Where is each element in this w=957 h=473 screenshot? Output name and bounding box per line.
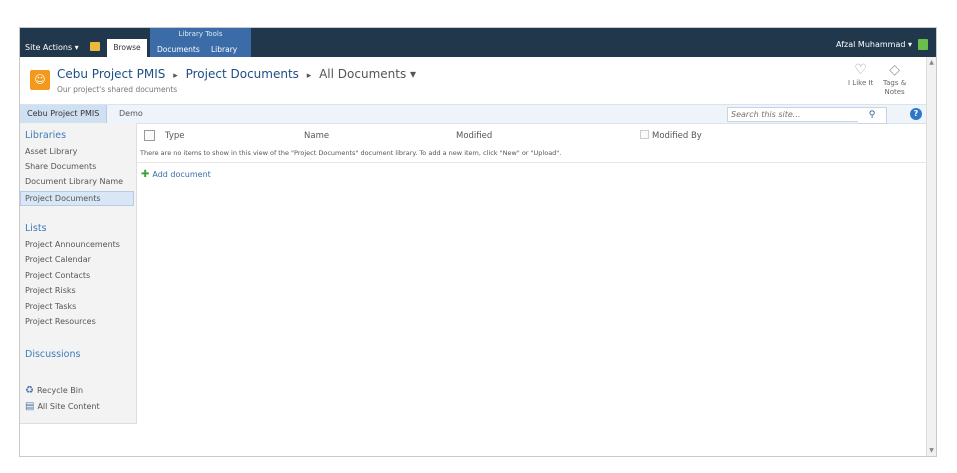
recycle-bin-label: Recycle Bin <box>36 386 84 395</box>
add-document-label: Add document <box>152 170 211 179</box>
nav-item-project-calendar[interactable]: Project Calendar <box>25 255 91 264</box>
nav-item-project-tasks[interactable]: Project Tasks <box>25 302 76 311</box>
nav-item-asset-library[interactable]: Asset Library <box>25 147 77 156</box>
nav-item-project-contacts[interactable]: Project Contacts <box>25 271 90 280</box>
column-header-modified-by-checkbox[interactable] <box>640 130 649 139</box>
breadcrumb-view-menu[interactable]: All Documents ▾ <box>319 67 416 81</box>
add-icon: ✚ <box>141 169 150 180</box>
breadcrumb: Cebu Project PMIS ▸ Project Documents ▸ … <box>57 67 416 81</box>
nav-item-recycle-bin[interactable]: ♻ Recycle Bin <box>25 385 83 396</box>
search-icon[interactable]: ⚲ <box>858 107 887 124</box>
page-description: Our project's shared documents <box>57 85 178 94</box>
sharepoint-window: Site Actions ▾ Browse Library Tools Docu… <box>19 27 937 457</box>
vertical-scrollbar[interactable]: ▲ ▼ <box>926 57 936 456</box>
top-link-bar: Cebu Project PMIS Demo ⚲ ? <box>20 104 936 124</box>
site-content-icon: ▤ <box>25 401 35 412</box>
list-divider <box>137 162 932 163</box>
scroll-down-icon[interactable]: ▼ <box>927 447 936 454</box>
tags-notes-label: Tags & <box>883 79 907 87</box>
i-like-it-label: I Like It <box>848 79 874 87</box>
column-header-type[interactable]: Type <box>165 131 185 141</box>
top-link-demo[interactable]: Demo <box>119 105 143 123</box>
all-site-content-label: All Site Content <box>37 402 100 411</box>
tab-browse[interactable]: Browse <box>107 39 147 57</box>
nav-heading-libraries[interactable]: Libraries <box>25 130 66 141</box>
navigate-up-icon[interactable] <box>90 42 100 51</box>
column-header-modified-by[interactable]: Modified By <box>652 131 702 141</box>
breadcrumb-site[interactable]: Cebu Project PMIS <box>57 67 165 81</box>
office-icon[interactable] <box>918 39 928 50</box>
tags-notes-button[interactable]: ◇ Tags & Notes <box>883 61 906 97</box>
nav-item-share-documents[interactable]: Share Documents <box>25 162 96 171</box>
add-document-link[interactable]: ✚ Add document <box>141 169 211 180</box>
help-icon[interactable]: ? <box>910 108 922 120</box>
tag-icon: ◇ <box>889 62 900 78</box>
nav-heading-lists[interactable]: Lists <box>25 223 47 234</box>
column-header-name[interactable]: Name <box>304 131 329 141</box>
tags-notes-label-2: Notes <box>884 88 905 96</box>
title-area: ☺ Cebu Project PMIS ▸ Project Documents … <box>20 57 936 102</box>
nav-heading-discussions[interactable]: Discussions <box>25 349 80 360</box>
scroll-up-icon[interactable]: ▲ <box>927 59 936 66</box>
library-tools-label: Library Tools <box>178 30 223 38</box>
ribbon-bar: Site Actions ▾ Browse Library Tools Docu… <box>20 28 936 57</box>
quick-launch: Libraries Asset Library Share Documents … <box>20 123 137 424</box>
empty-list-message: There are no items to show in this view … <box>140 149 562 157</box>
search-box <box>727 107 859 122</box>
site-logo-icon: ☺ <box>30 70 50 90</box>
column-header-modified[interactable]: Modified <box>456 131 492 141</box>
recycle-bin-icon: ♻ <box>25 385 34 396</box>
nav-item-document-library-name[interactable]: Document Library Name <box>25 177 123 186</box>
nav-item-project-resources[interactable]: Project Resources <box>25 317 96 326</box>
breadcrumb-separator: ▸ <box>173 71 178 81</box>
top-link-home[interactable]: Cebu Project PMIS <box>20 105 108 123</box>
tab-documents[interactable]: Documents <box>157 45 200 54</box>
thumbs-up-icon: ♡ <box>854 62 867 78</box>
tab-library[interactable]: Library <box>211 45 237 54</box>
search-input[interactable] <box>728 108 854 120</box>
nav-item-project-documents[interactable]: Project Documents <box>20 191 134 206</box>
nav-item-project-announcements[interactable]: Project Announcements <box>25 240 120 249</box>
breadcrumb-library[interactable]: Project Documents <box>186 67 299 81</box>
breadcrumb-separator: ▸ <box>306 71 312 81</box>
library-tools-group: Library Tools Documents Library <box>150 28 251 57</box>
document-list: Type Name Modified Modified By There are… <box>137 123 936 423</box>
site-actions-menu[interactable]: Site Actions ▾ <box>25 43 79 52</box>
user-menu[interactable]: Afzal Muhammad ▾ <box>836 40 912 49</box>
nav-item-project-risks[interactable]: Project Risks <box>25 286 76 295</box>
nav-item-all-site-content[interactable]: ▤ All Site Content <box>25 401 100 412</box>
i-like-it-button[interactable]: ♡ I Like It <box>848 61 873 88</box>
select-all-checkbox[interactable] <box>144 130 155 141</box>
